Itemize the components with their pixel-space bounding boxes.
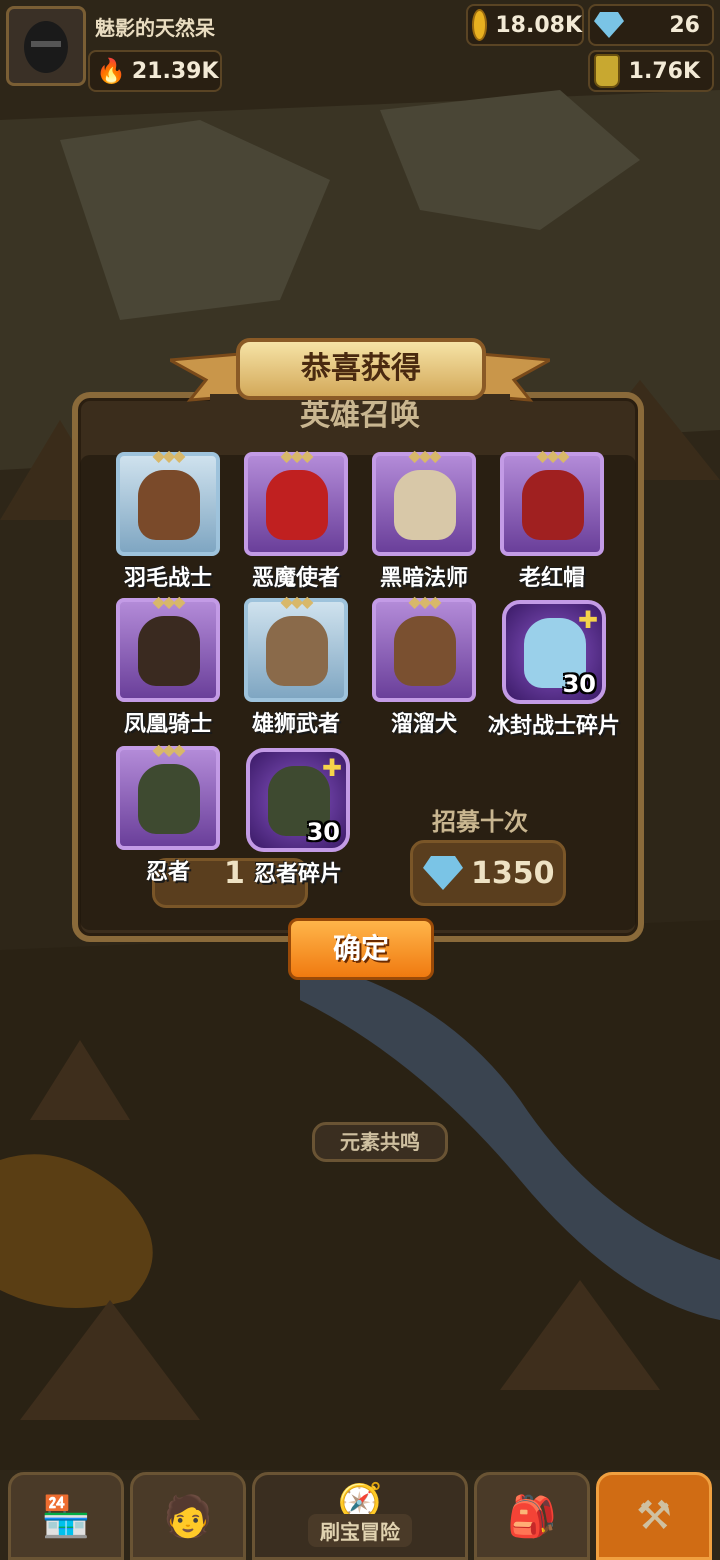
- adventure-label: 刷宝冒险: [308, 1514, 412, 1547]
- puzzle-piece-icon: ✚: [321, 754, 342, 782]
- star-pips-icon: ◆◆◆: [152, 446, 186, 465]
- player-avatar[interactable]: [6, 6, 86, 86]
- hero-portrait-icon: [138, 470, 200, 540]
- recruit-ten-button[interactable]: 1350: [410, 840, 566, 906]
- potion-bottle-icon: [594, 54, 620, 88]
- hero-portrait-icon: [522, 470, 584, 540]
- reward-name: 老红帽: [518, 566, 585, 591]
- star-pips-icon: ◆◆◆: [152, 740, 186, 759]
- fragment-count: 30: [562, 670, 596, 698]
- gem-icon: [594, 12, 624, 38]
- hero-portrait-icon: [394, 616, 456, 686]
- star-pips-icon: ◆◆◆: [536, 446, 570, 465]
- tab-forge[interactable]: ⚒: [596, 1472, 712, 1560]
- hero-portrait-icon: [138, 764, 200, 834]
- tab-heroes[interactable]: 🧑: [130, 1472, 246, 1560]
- gold-display[interactable]: 18.08K: [466, 4, 584, 46]
- reward-card[interactable]: ◆◆◆: [244, 592, 348, 702]
- star-pips-icon: ◆◆◆: [408, 592, 442, 611]
- reward-card[interactable]: ◆◆◆: [116, 446, 220, 556]
- element-resonance-button[interactable]: 元素共鸣: [312, 1122, 448, 1162]
- hero-icon: 🧑: [163, 1493, 213, 1540]
- reward-card[interactable]: ◆◆◆: [244, 446, 348, 556]
- gold-coin-icon: [472, 9, 488, 41]
- hero-portrait-icon: [138, 616, 200, 686]
- star-pips-icon: ◆◆◆: [280, 446, 314, 465]
- fragment-count: 30: [306, 818, 340, 846]
- recruit-ten-cost: 1350: [471, 855, 555, 891]
- reward-card[interactable]: ◆◆◆: [116, 592, 220, 702]
- reward-card[interactable]: ✚ 30: [246, 748, 350, 852]
- potion-display[interactable]: 1.76K: [588, 50, 714, 92]
- gem-display[interactable]: 26: [588, 4, 714, 46]
- reward-card[interactable]: ◆◆◆: [372, 446, 476, 556]
- knight-helmet-icon: [24, 21, 68, 73]
- player-name: 魅影的天然呆: [95, 16, 215, 40]
- gold-value: 18.08K: [495, 12, 582, 38]
- gem-value: 26: [669, 12, 700, 38]
- hero-portrait-icon: [266, 616, 328, 686]
- dialog-title: 恭喜获得: [236, 338, 486, 400]
- confirm-button[interactable]: 确定: [288, 918, 434, 980]
- forge-icon: ⚒: [636, 1493, 672, 1539]
- tab-inventory[interactable]: 🎒: [474, 1472, 590, 1560]
- recruit-ten-label: 招募十次: [432, 808, 528, 836]
- flame-icon: 🔥: [96, 57, 126, 85]
- star-pips-icon: ◆◆◆: [152, 592, 186, 611]
- reward-card[interactable]: ✚ 30: [502, 600, 606, 704]
- dialog-subtitle: 英雄召唤: [210, 394, 510, 438]
- potion-value: 1.76K: [628, 58, 700, 84]
- reward-name: 忍者碎片: [253, 862, 342, 887]
- star-pips-icon: ◆◆◆: [280, 592, 314, 611]
- chest-icon: 🎒: [507, 1493, 557, 1540]
- gem-icon: [423, 856, 463, 890]
- power-display: 🔥 21.39K: [88, 50, 222, 92]
- reward-name: 冰封战士碎片: [487, 714, 620, 739]
- reward-card[interactable]: ◆◆◆: [116, 740, 220, 850]
- hero-portrait-icon: [394, 470, 456, 540]
- reward-card[interactable]: ◆◆◆: [372, 592, 476, 702]
- bottom-tab-bar: 🏪 🧑 🧭 刷宝冒险 🎒 ⚒: [0, 1472, 720, 1560]
- tab-adventure[interactable]: 🧭 刷宝冒险: [252, 1472, 468, 1560]
- shop-icon: 🏪: [41, 1493, 91, 1540]
- hero-portrait-icon: [266, 470, 328, 540]
- star-pips-icon: ◆◆◆: [408, 446, 442, 465]
- puzzle-piece-icon: ✚: [577, 606, 598, 634]
- tab-shop[interactable]: 🏪: [8, 1472, 124, 1560]
- power-value: 21.39K: [131, 58, 219, 84]
- reward-card[interactable]: ◆◆◆: [500, 446, 604, 556]
